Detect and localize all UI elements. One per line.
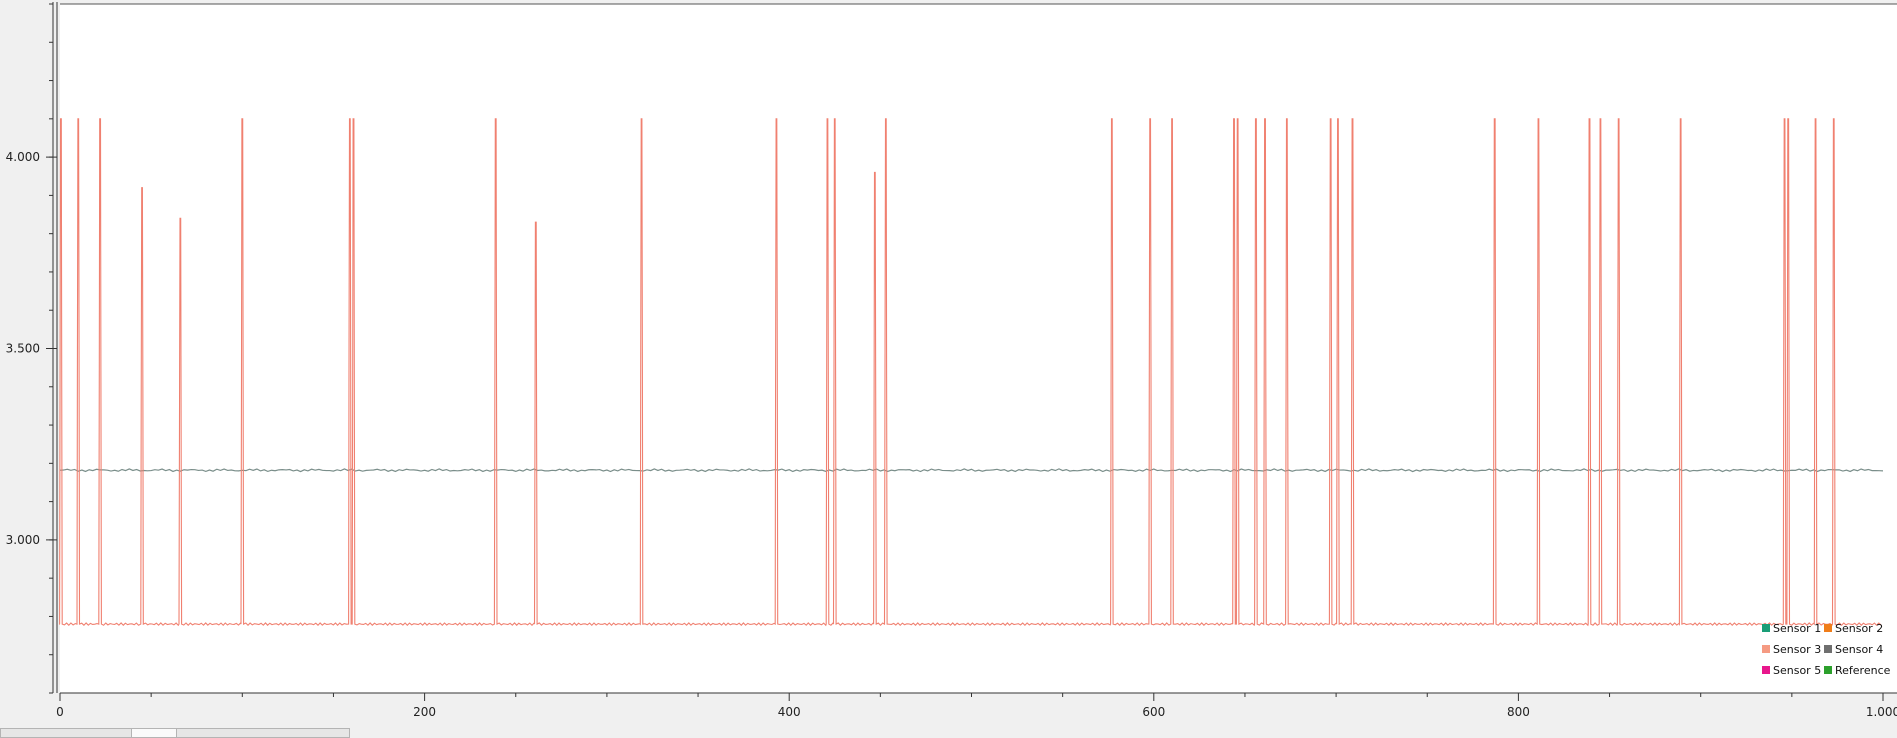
legend-label: Sensor 5 <box>1773 664 1821 677</box>
x-tick-label: 0 <box>56 705 64 719</box>
legend-swatch <box>1762 624 1770 632</box>
legend-swatch <box>1824 624 1832 632</box>
legend-label: Sensor 2 <box>1835 622 1883 635</box>
x-tick-label: 800 <box>1507 705 1530 719</box>
x-tick-label: 200 <box>413 705 436 719</box>
legend-swatch <box>1824 645 1832 653</box>
legend-label: Sensor 4 <box>1835 643 1883 656</box>
x-tick-label: 1.000 <box>1866 705 1897 719</box>
legend-label: Sensor 3 <box>1773 643 1821 656</box>
plot-area <box>60 4 1897 693</box>
y-tick-label: 4.000 <box>6 150 40 164</box>
legend-swatch <box>1762 645 1770 653</box>
legend-swatch <box>1824 666 1832 674</box>
x-tick-label: 600 <box>1142 705 1165 719</box>
x-ticks: 0 200 400 600 800 1.000 <box>56 693 1897 719</box>
legend-label: Sensor 1 <box>1773 622 1821 635</box>
y-tick-label: 3.000 <box>6 533 40 547</box>
y-tick-label: 3.500 <box>6 342 40 356</box>
chart-svg: 3.000 3.500 4.000 0 200 400 600 800 1.000 Senso… <box>6 2 1897 719</box>
bottom-scroll-tab-1[interactable] <box>0 728 132 738</box>
bottom-scroll-tab-2[interactable] <box>131 728 177 738</box>
legend-label: Reference <box>1835 664 1891 677</box>
bottom-scroll-tab-3[interactable] <box>176 728 350 738</box>
legend-swatch <box>1762 666 1770 674</box>
x-tick-label: 400 <box>778 705 801 719</box>
legend: Sensor 1 Sensor 2 Sensor 3 Sensor 4 Sensor 5… <box>1762 622 1891 677</box>
y-ticks: 3.000 3.500 4.000 <box>6 3 57 694</box>
